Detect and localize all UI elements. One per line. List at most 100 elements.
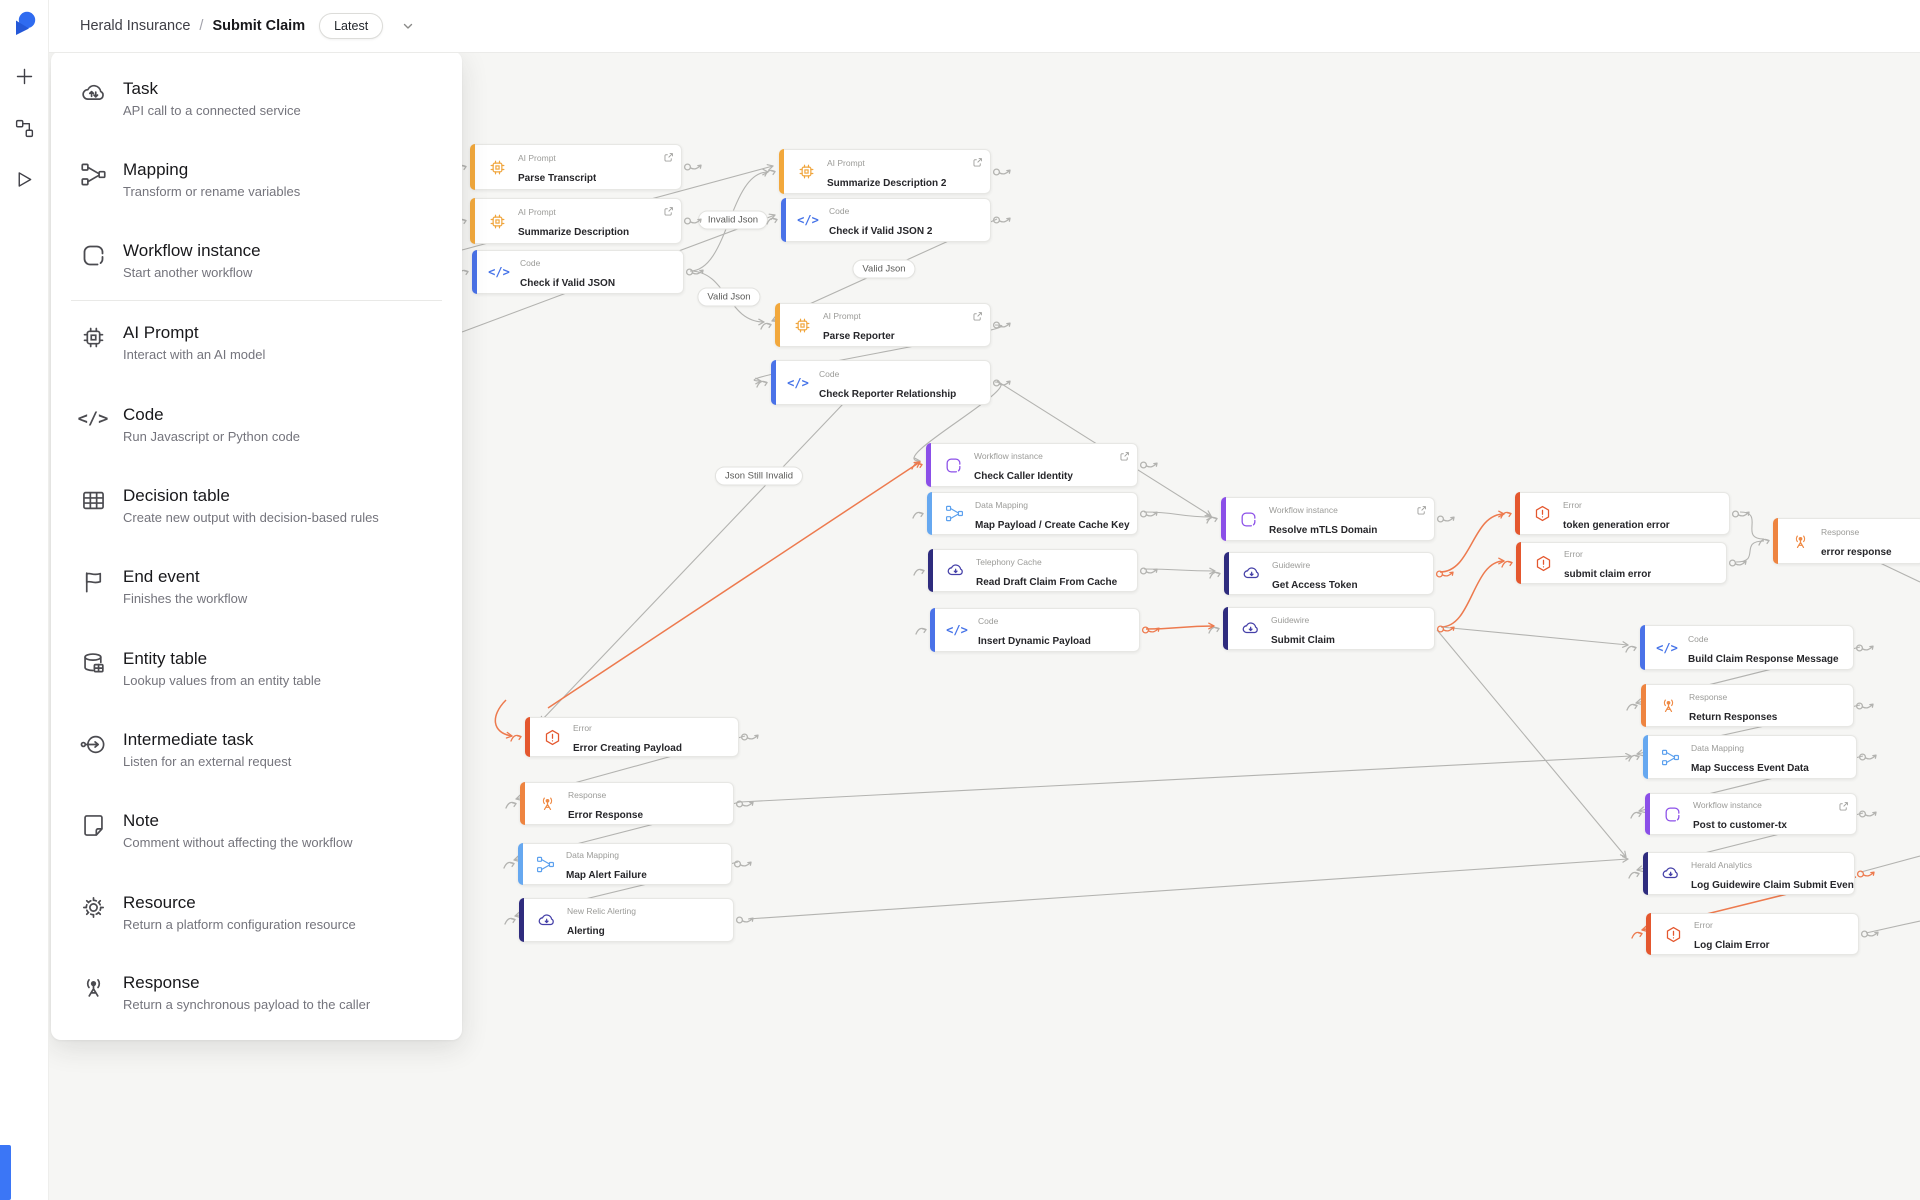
node-input-arrow-icon [1757,534,1772,553]
node-resolve-mtls-domain[interactable]: Workflow instanceResolve mTLS Domain [1221,497,1435,541]
palette-item-code[interactable]: </>CodeRun Javascript or Python code [51,405,462,457]
node-output-port[interactable] [1139,564,1160,583]
node-output-port[interactable] [683,160,704,179]
palette-item-subtitle: Comment without affecting the workflow [123,835,353,850]
node-parse-transcript[interactable]: AI PromptParse Transcript [470,144,682,190]
node-output-port[interactable] [992,318,1013,337]
node-insert-dynamic-payload[interactable]: </>CodeInsert Dynamic Payload [930,608,1140,652]
node-output-port[interactable] [992,213,1013,232]
node-submit-claim[interactable]: GuidewireSubmit Claim [1223,607,1435,650]
palette-item-intermediate-task[interactable]: Intermediate taskListen for an external … [51,730,462,782]
node-output-port[interactable] [1141,623,1162,642]
node-accent-bar [775,303,780,347]
node-output-port[interactable] [735,797,756,816]
node-read-draft-claim-from-cache[interactable]: Telephony CacheRead Draft Claim From Cac… [928,549,1138,592]
node-output-port[interactable] [1858,807,1879,826]
node-output-port[interactable] [1858,750,1879,769]
version-badge[interactable]: Latest [319,13,383,39]
node-map-success-event-data[interactable]: Data MappingMap Success Event Data [1643,735,1857,779]
node-check-if-valid-json[interactable]: </>CodeCheck if Valid JSON [472,250,684,294]
palette-item-response[interactable]: ResponseReturn a synchronous payload to … [51,973,462,1025]
node-accent-bar [1641,684,1646,727]
palette-item-mapping[interactable]: MappingTransform or rename variables [51,160,462,212]
node-check-caller-identity[interactable]: Workflow instanceCheck Caller Identity [926,443,1138,487]
node-check-reporter-relationship[interactable]: </>CodeCheck Reporter Relationship [771,360,991,405]
node-post-to-customer-tx[interactable]: Workflow instancePost to customer-tx [1645,793,1857,835]
external-link-icon[interactable] [1119,449,1130,467]
node-input-arrow-icon [1499,507,1514,526]
external-link-icon[interactable] [1416,503,1427,521]
node-output-port[interactable] [1436,512,1457,531]
node-title: Check Reporter Relationship [819,389,956,400]
external-link-icon[interactable] [972,309,983,327]
node-title: Error Response [568,810,643,821]
node-output-port[interactable] [992,165,1013,184]
node-output-port[interactable] [1856,867,1877,886]
node-return-responses[interactable]: ResponseReturn Responses [1641,684,1854,727]
palette-item-end-event[interactable]: End eventFinishes the workflow [51,567,462,619]
edge [540,404,843,722]
node-submit-claim-error[interactable]: Errorsubmit claim error [1516,542,1727,584]
node-output-port[interactable] [733,857,754,876]
mapping-icon [943,503,965,525]
node-output-port[interactable] [1728,556,1749,575]
node-accent-bar [781,198,786,242]
node-map-alert-failure[interactable]: Data MappingMap Alert Failure [518,843,732,885]
node-output-port[interactable] [1731,507,1752,526]
node-output-port[interactable] [1435,567,1456,586]
play-icon[interactable] [12,167,36,191]
node-check-if-valid-json-2[interactable]: </>CodeCheck if Valid JSON 2 [781,198,991,242]
node-category: Response [568,790,606,800]
node-token-generation-error[interactable]: Errortoken generation error [1515,492,1730,535]
external-link-icon[interactable] [1838,799,1849,817]
herald-logo[interactable] [10,9,38,37]
node-output-port[interactable] [992,376,1013,395]
node-output-port[interactable] [735,913,756,932]
node-output-port[interactable] [683,214,704,233]
palette-item-task[interactable]: TaskAPI call to a connected service [51,79,462,131]
node-input-arrow-icon [914,623,929,642]
node-get-access-token[interactable]: GuidewireGet Access Token [1224,552,1434,595]
node-build-claim-response-message[interactable]: </>CodeBuild Claim Response Message [1640,625,1854,670]
palette-item-ai-prompt[interactable]: AI PromptInteract with an AI model [51,323,462,375]
flow-icon[interactable] [12,116,36,140]
node-output-port[interactable] [1860,927,1881,946]
cloud-icon [1659,863,1681,885]
node-category: Code [978,616,998,626]
node-category: Code [520,258,540,268]
node-output-port[interactable] [685,265,706,284]
palette-item-workflow-instance[interactable]: Workflow instanceStart another workflow [51,241,462,293]
node-output-port[interactable] [1139,507,1160,526]
node-log-guidewire-claim-submit-event[interactable]: Herald AnalyticsLog Guidewire Claim Subm… [1643,852,1855,895]
node-output-port[interactable] [1139,458,1160,477]
node-error-response[interactable]: Responseerror response [1773,518,1920,564]
node-summarize-description-2[interactable]: AI PromptSummarize Description 2 [779,149,991,194]
node-output-port[interactable] [1855,699,1876,718]
node-parse-reporter[interactable]: AI PromptParse Reporter [775,303,991,347]
node-category: Error [1563,500,1582,510]
chevron-down-icon[interactable] [401,19,415,33]
node-error-response-2[interactable]: Response Error Response [520,782,734,825]
node-output-port[interactable] [740,730,761,749]
node-error-creating-payload[interactable]: ErrorError Creating Payload [525,717,739,757]
node-alerting[interactable]: New Relic AlertingAlerting [519,898,734,942]
palette-item-decision-table[interactable]: Decision tableCreate new output with dec… [51,486,462,538]
node-output-port[interactable] [1855,641,1876,660]
node-map-payload-create-cache-key[interactable]: Data MappingMap Payload / Create Cache K… [927,492,1138,535]
external-link-icon[interactable] [663,204,674,222]
node-input-arrow-icon [1208,567,1223,586]
plus-icon[interactable] [12,64,36,88]
node-input-arrow-icon [1629,807,1644,826]
palette-item-note[interactable]: NoteComment without affecting the workfl… [51,811,462,863]
breadcrumb-project[interactable]: Herald Insurance [80,18,190,34]
node-category: Telephony Cache [976,557,1042,567]
node-log-claim-error[interactable]: ErrorLog Claim Error [1646,913,1859,955]
palette-item-entity-table[interactable]: Entity tableLookup values from an entity… [51,649,462,701]
palette-item-resource[interactable]: ResourceReturn a platform configuration … [51,893,462,945]
node-output-port[interactable] [1436,622,1457,641]
warning-icon [1532,552,1554,574]
node-summarize-description[interactable]: AI PromptSummarize Description [470,198,682,244]
external-link-icon[interactable] [972,155,983,173]
palette-item-subtitle: Transform or rename variables [123,184,300,199]
external-link-icon[interactable] [663,150,674,168]
